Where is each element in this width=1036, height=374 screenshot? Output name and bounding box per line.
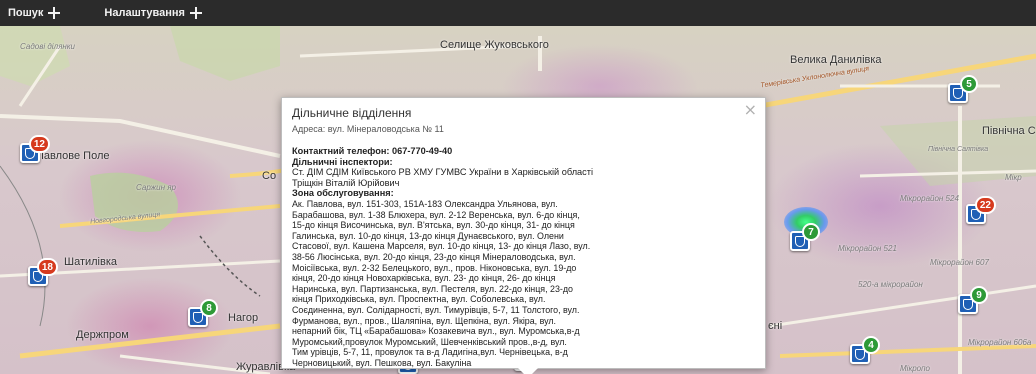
popup-inspector-name: Тріщкін Віталій Юрійович bbox=[292, 177, 400, 188]
map-label-eni: єні bbox=[768, 320, 783, 332]
top-toolbar: Пошук Налаштування bbox=[0, 0, 1036, 26]
popup-inspector-position: Ст. ДІМ СДІМ Київського РВ ХМУ ГУМВС Укр… bbox=[292, 167, 594, 178]
popup-address: Адреса: вул. Мінераловодська № 11 bbox=[292, 124, 444, 134]
map-label-pivnichna-saltivka: Північна Салтівка bbox=[928, 146, 989, 153]
map-label-nahor: Нагор bbox=[228, 312, 259, 324]
map-label-mikro-607: Мікрорайон 607 bbox=[930, 258, 989, 267]
popup-zone-list: Ак. Павлова, вул. 151-303, 151А-183 Олек… bbox=[292, 199, 755, 369]
zone-line: Наринська, вул. Партизанська, вул. Песте… bbox=[292, 283, 573, 294]
map-label-selyshche: Селище Жуковського bbox=[440, 39, 549, 51]
station-info-popup: × Дільничне відділення Адреса: вул. Міне… bbox=[281, 97, 766, 374]
zone-line: Стасової, вул. Кашена Марселя, вул. 10-д… bbox=[292, 241, 591, 252]
marker-count-badge: 12 bbox=[28, 135, 50, 153]
map-label-sarzhyn: Саржин яр bbox=[136, 183, 176, 192]
zone-line: Моісіївська, вул. 2-32 Белецького, вул.,… bbox=[292, 262, 577, 273]
zone-line: Муромський,провулок Муромський, Шевченкі… bbox=[292, 336, 567, 347]
zone-line: 15-до кінця Височинська, вул. В'ятська, … bbox=[292, 220, 575, 231]
marker-count-badge: 18 bbox=[36, 258, 58, 276]
map-label-mikropo: Мікропо bbox=[900, 364, 930, 373]
map-label-shatylivka: Шатилівка bbox=[64, 256, 118, 268]
settings-menu-label: Налаштування bbox=[104, 7, 185, 19]
popup-title: Дільничне відділення bbox=[292, 106, 412, 120]
police-station-marker[interactable]: 18 bbox=[28, 258, 58, 286]
map-label-pivnichna: Північна С bbox=[982, 125, 1036, 137]
zone-line: Соєдиненна, вул. Солідарності, вул. Тиму… bbox=[292, 304, 580, 315]
plus-icon bbox=[189, 7, 202, 19]
marker-count-badge: 5 bbox=[960, 75, 978, 93]
zone-line: непарний бік, ТЦ «Барабашова» Козакевича… bbox=[292, 326, 580, 337]
app-window: Пошук Налаштування Садові ділянки Селище… bbox=[0, 0, 1036, 374]
zone-line: кінця Приходківська, вул. Проспектна, ву… bbox=[292, 294, 546, 305]
police-station-marker[interactable]: 22 bbox=[966, 196, 996, 224]
plus-icon bbox=[48, 7, 61, 19]
search-menu-label: Пошук bbox=[8, 7, 44, 19]
police-station-marker[interactable]: 7 bbox=[790, 223, 820, 251]
marker-count-badge: 4 bbox=[862, 336, 880, 354]
zone-line: кінця, 20-до кінця Новохарківська, вул. … bbox=[292, 273, 556, 284]
map-label-pavlove-pole: Павлове Поле bbox=[36, 150, 110, 162]
popup-phone: Контактний телефон: 067-770-49-40 bbox=[292, 146, 453, 156]
zone-line: Галинська, вул. 10-до кінця, 13-до кінця… bbox=[292, 230, 564, 241]
police-station-marker[interactable]: 12 bbox=[20, 135, 50, 163]
marker-count-badge: 7 bbox=[802, 223, 820, 241]
zone-line: Ак. Павлова, вул. 151-303, 151А-183 Олек… bbox=[292, 198, 558, 209]
map-label-mikro-524: Мікрорайон 524 bbox=[900, 194, 959, 203]
zone-line: 38-56 Люсінська, вул. 20-до кінця, 23-до… bbox=[292, 251, 576, 262]
police-station-marker[interactable]: 9 bbox=[958, 286, 988, 314]
map-label-sadovi: Садові ділянки bbox=[20, 42, 75, 51]
zone-line: Черновицький, вул. Пешкова, вул. Бакулін… bbox=[292, 357, 472, 368]
zone-line: Фурманова, вул., пров., Шаляпіна, вул. Щ… bbox=[292, 315, 557, 326]
close-icon[interactable]: × bbox=[744, 100, 757, 119]
map-label-mikro-606a: Мікрорайон 606а bbox=[968, 338, 1032, 347]
popup-inspectors-heading: Дільничні інспектори: bbox=[292, 156, 393, 167]
marker-count-badge: 8 bbox=[200, 299, 218, 317]
map-label-derzhprom: Держпром bbox=[76, 329, 129, 341]
zone-line: Тим урівців, 5-7, 11, провулок та в-д Ла… bbox=[292, 347, 568, 358]
police-station-marker[interactable]: 8 bbox=[188, 299, 218, 327]
police-station-marker[interactable]: 4 bbox=[850, 336, 880, 364]
map-canvas[interactable]: Садові ділянки Селище Жуковського Велика… bbox=[0, 26, 1036, 374]
popup-zone-heading: Зона обслуговування: bbox=[292, 188, 394, 199]
marker-count-badge: 9 bbox=[970, 286, 988, 304]
map-label-mikro-520a: 520-а мікрорайон bbox=[858, 280, 923, 289]
map-label-velyka-danylivka: Велика Данилівка bbox=[790, 54, 882, 66]
search-menu-button[interactable]: Пошук bbox=[8, 7, 61, 19]
settings-menu-button[interactable]: Налаштування bbox=[104, 7, 202, 19]
zone-line: Барабашова, вул. 1-38 Блюхера, вул. 2-12… bbox=[292, 209, 580, 220]
map-label-mikr: Мікр bbox=[1005, 173, 1022, 182]
map-label-so: Со bbox=[262, 170, 277, 182]
police-station-marker[interactable]: 5 bbox=[948, 75, 978, 103]
map-label-mikro-521: Мікрорайон 521 bbox=[838, 244, 897, 253]
marker-count-badge: 22 bbox=[974, 196, 996, 214]
